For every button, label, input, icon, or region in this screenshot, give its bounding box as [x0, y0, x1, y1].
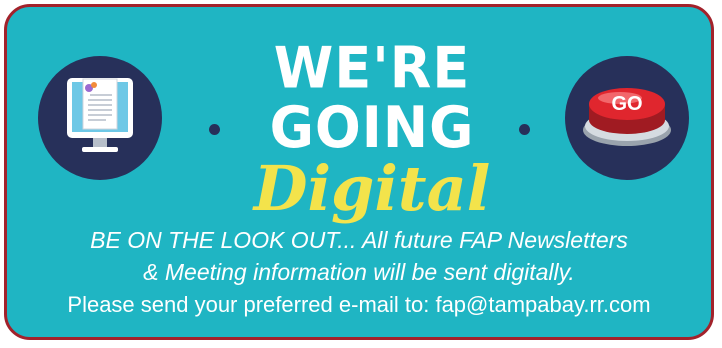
computer-monitor-document-icon: [67, 78, 133, 152]
banner-title: WE'RE GOING Digital: [187, 34, 557, 221]
notice-line-1: BE ON THE LOOK OUT... All future FAP New…: [90, 227, 628, 253]
go-label: GO: [611, 93, 642, 115]
email-instruction: Please send your preferred e-mail to: fa…: [67, 292, 651, 317]
digital-announcement-banner: WE'RE GOING Digital GO BE ON THE LOOK OU…: [4, 4, 714, 340]
red-go-button-icon: GO: [583, 88, 671, 146]
notice-line-2: & Meeting information will be sent digit…: [143, 259, 575, 285]
title-line-were-going: WE'RE GOING: [269, 34, 475, 161]
monitor-circle: [38, 56, 162, 180]
go-circle: GO: [565, 56, 689, 180]
title-line-digital: Digital: [253, 152, 491, 225]
